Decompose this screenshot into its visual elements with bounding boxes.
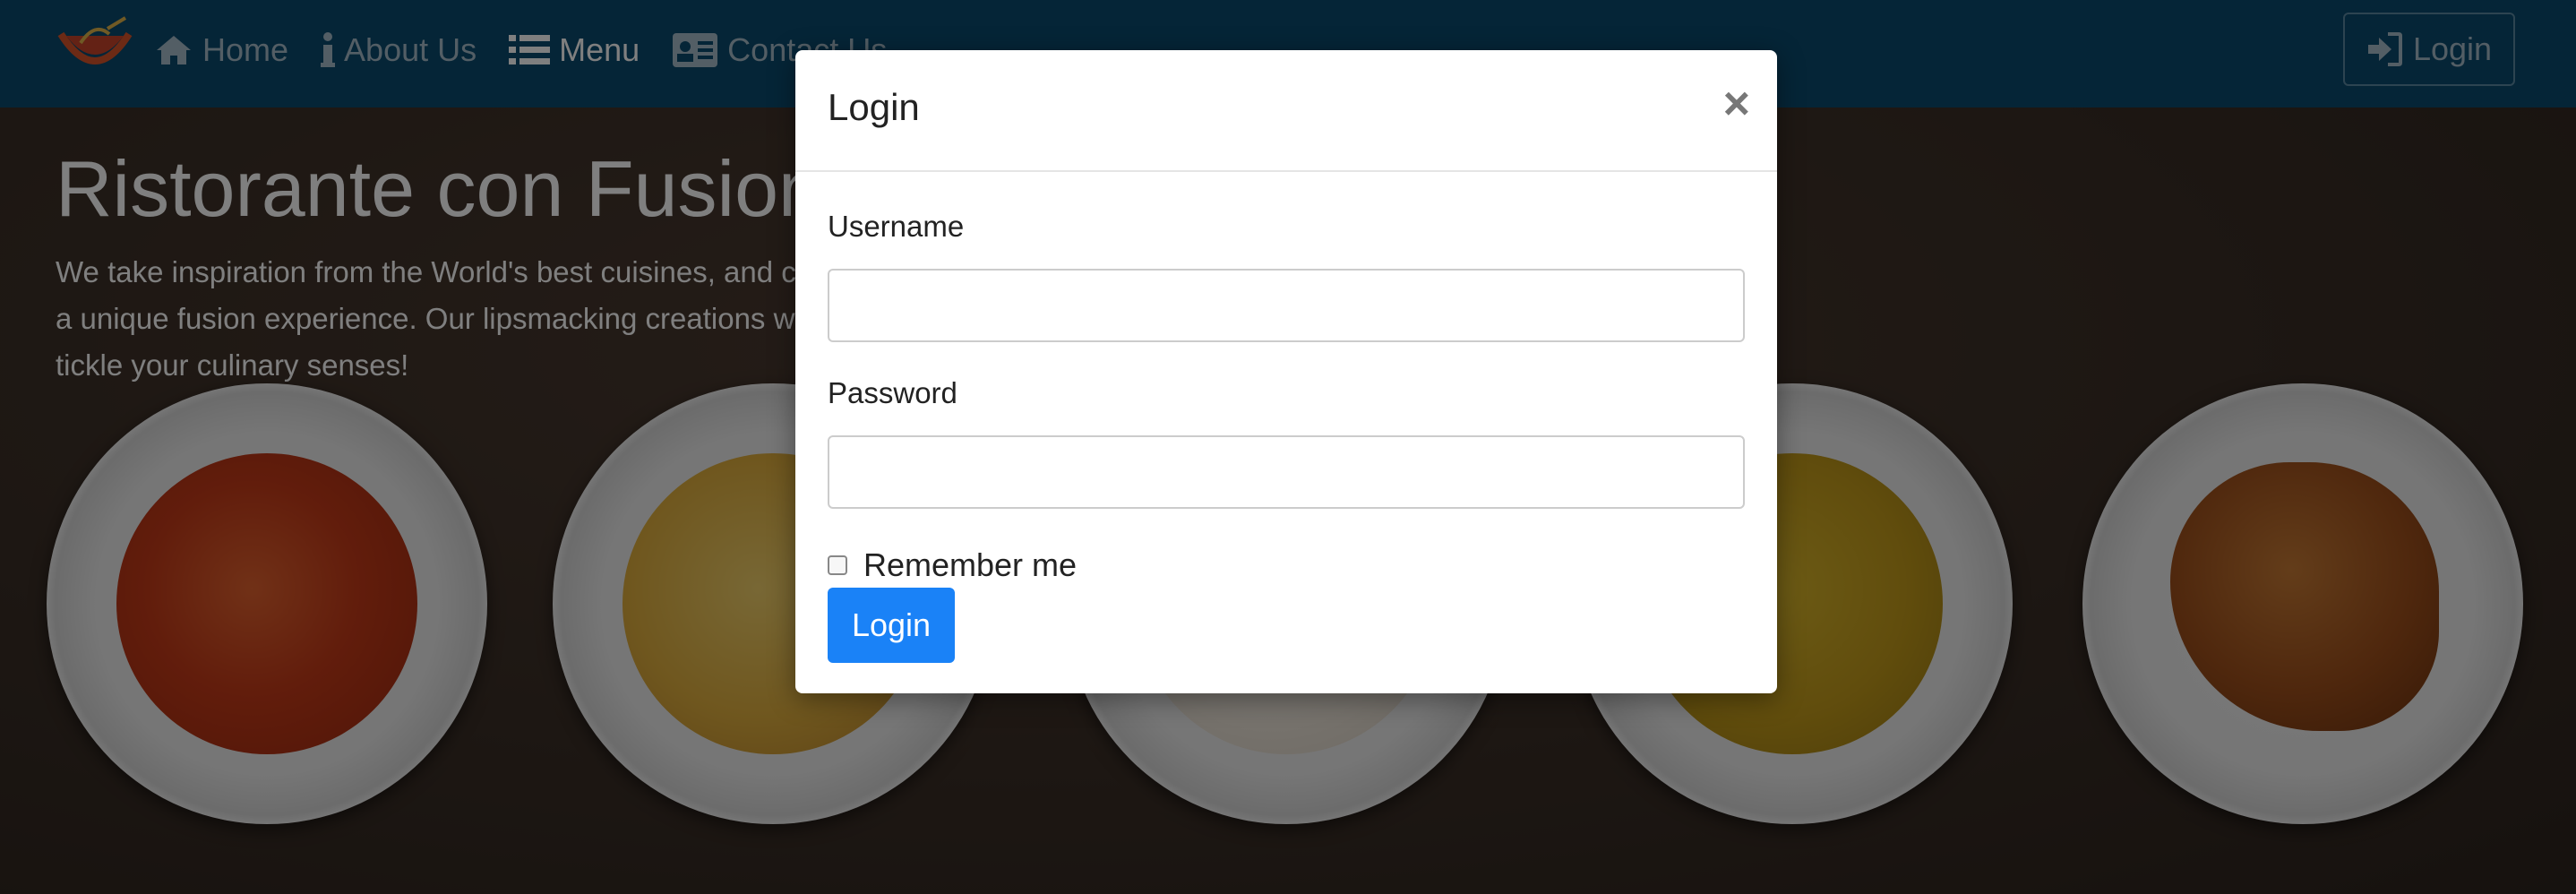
username-input[interactable] bbox=[828, 269, 1745, 342]
modal-title: Login bbox=[828, 86, 920, 128]
remember-me-label: Remember me bbox=[863, 546, 1078, 583]
password-input[interactable] bbox=[828, 435, 1745, 509]
close-button[interactable]: × bbox=[1723, 81, 1750, 127]
modal-header: Login × bbox=[795, 50, 1777, 172]
login-modal: Login × Username Password Remember me Lo… bbox=[795, 50, 1777, 693]
login-submit-button[interactable]: Login bbox=[828, 588, 955, 663]
remember-me-checkbox[interactable] bbox=[828, 555, 847, 575]
password-label: Password bbox=[828, 376, 957, 409]
remember-me-row: Remember me bbox=[828, 546, 1077, 584]
username-label: Username bbox=[828, 210, 965, 243]
